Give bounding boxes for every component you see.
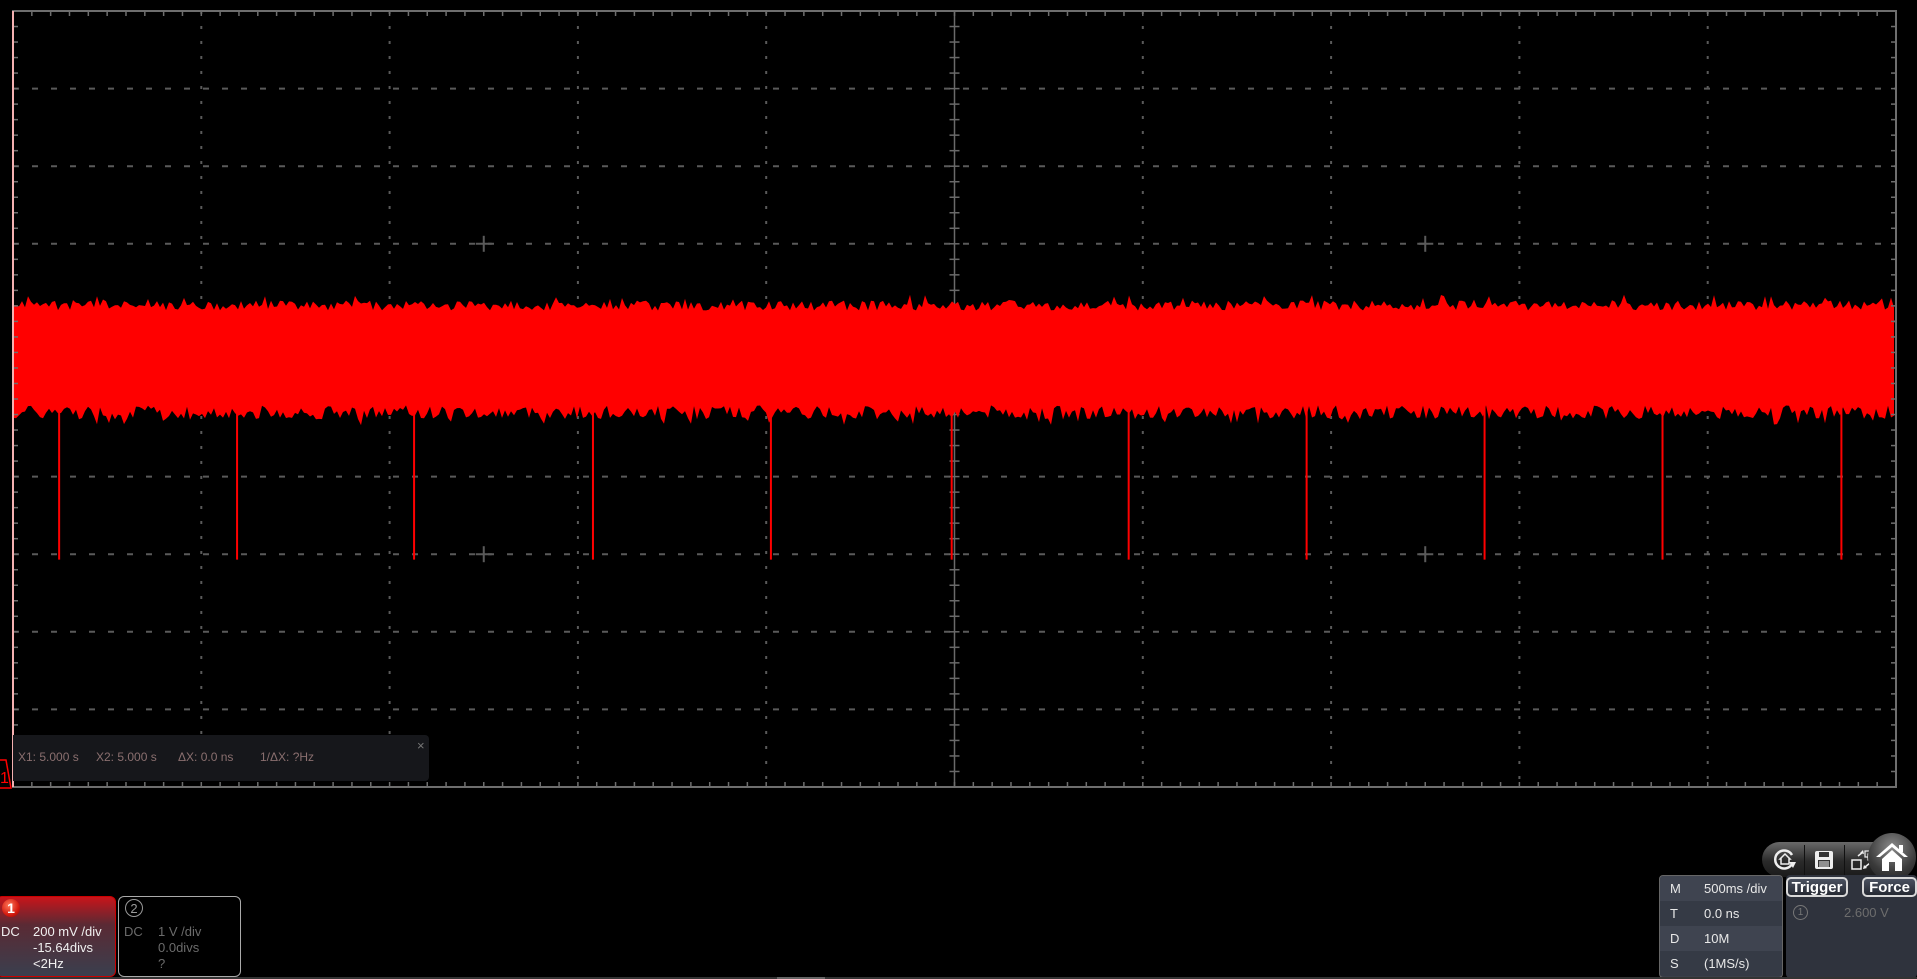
home-icon [1876, 843, 1908, 871]
timebase-row-main[interactable]: M 500ms /div [1660, 876, 1782, 901]
channel-1-offset-marker[interactable]: 1 [0, 759, 12, 789]
cursor-x1-readout: X1: 5.000 s [18, 750, 79, 764]
timebase-row-depth[interactable]: D 10M [1660, 926, 1782, 951]
channel-2-frequency: ? [158, 956, 166, 971]
channel-1-panel[interactable]: 1 DC 200 mV /div -15.64divs <2Hz [0, 896, 116, 977]
channel-2-offset: 0.0divs [158, 940, 200, 955]
channel-2-number-badge: 2 [125, 899, 143, 917]
timebase-scale-value: 500ms /div [1704, 881, 1767, 896]
trigger-level-value: 2.600 V [1844, 905, 1889, 920]
timebase-key: T [1670, 906, 1678, 921]
timebase-key: D [1670, 931, 1680, 946]
waveform-display[interactable] [0, 0, 1917, 979]
trace-noise-band [13, 294, 1894, 426]
trigger-source-badge: 1 [1793, 905, 1808, 920]
channel-2-panel[interactable]: 2 DC 1 V /div 0.0divs ? [118, 896, 241, 977]
force-trigger-button[interactable]: Force [1862, 877, 1917, 897]
timebase-row-sample-rate[interactable]: S (1MS/s) [1660, 951, 1782, 976]
channel-2-scale: 1 V /div [158, 924, 202, 939]
cursor-delta-x-readout: ΔX: 0.0 ns [178, 750, 234, 764]
timebase-panel[interactable]: M 500ms /div T 0.0 ns D 10M S (1MS/s) [1659, 875, 1783, 978]
trigger-panel: Trigger Force 1 2.600 V [1786, 875, 1917, 978]
oscilloscope-screen: X1: 5.000 s X2: 5.000 s ΔX: 0.0 ns 1/ΔX:… [0, 0, 1917, 979]
auto-home-icon[interactable] [1768, 842, 1802, 877]
trigger-delay-value: 0.0 ns [1704, 906, 1740, 921]
trigger-button[interactable]: Trigger [1786, 877, 1848, 897]
channel-1-number-badge: 1 [2, 899, 20, 917]
timebase-key: M [1670, 881, 1681, 896]
channel-1-coupling: DC [1, 924, 20, 939]
close-icon[interactable]: × [417, 738, 425, 753]
cursor-readout-bar: X1: 5.000 s X2: 5.000 s ΔX: 0.0 ns 1/ΔX:… [13, 735, 429, 781]
cursor-x2-readout: X2: 5.000 s [96, 750, 157, 764]
channel-1-offset: -15.64divs [33, 940, 93, 955]
timebase-row-trigger-delay[interactable]: T 0.0 ns [1660, 901, 1782, 926]
channel-1-scale: 200 mV /div [33, 924, 102, 939]
quick-toolbar [1762, 842, 1882, 877]
channel-1-frequency: <2Hz [33, 956, 64, 971]
channel-2-coupling: DC [124, 924, 143, 939]
channel-marker-label: 1 [0, 770, 9, 787]
memory-depth-value: 10M [1704, 931, 1730, 946]
cursor-inverse-delta-x-readout: 1/ΔX: ?Hz [260, 750, 315, 764]
channel-1-trace [13, 294, 1894, 560]
save-icon[interactable] [1806, 842, 1842, 877]
timebase-key: S [1670, 956, 1679, 971]
sample-rate-value: (1MS/s) [1704, 956, 1750, 971]
home-button[interactable] [1868, 833, 1916, 881]
